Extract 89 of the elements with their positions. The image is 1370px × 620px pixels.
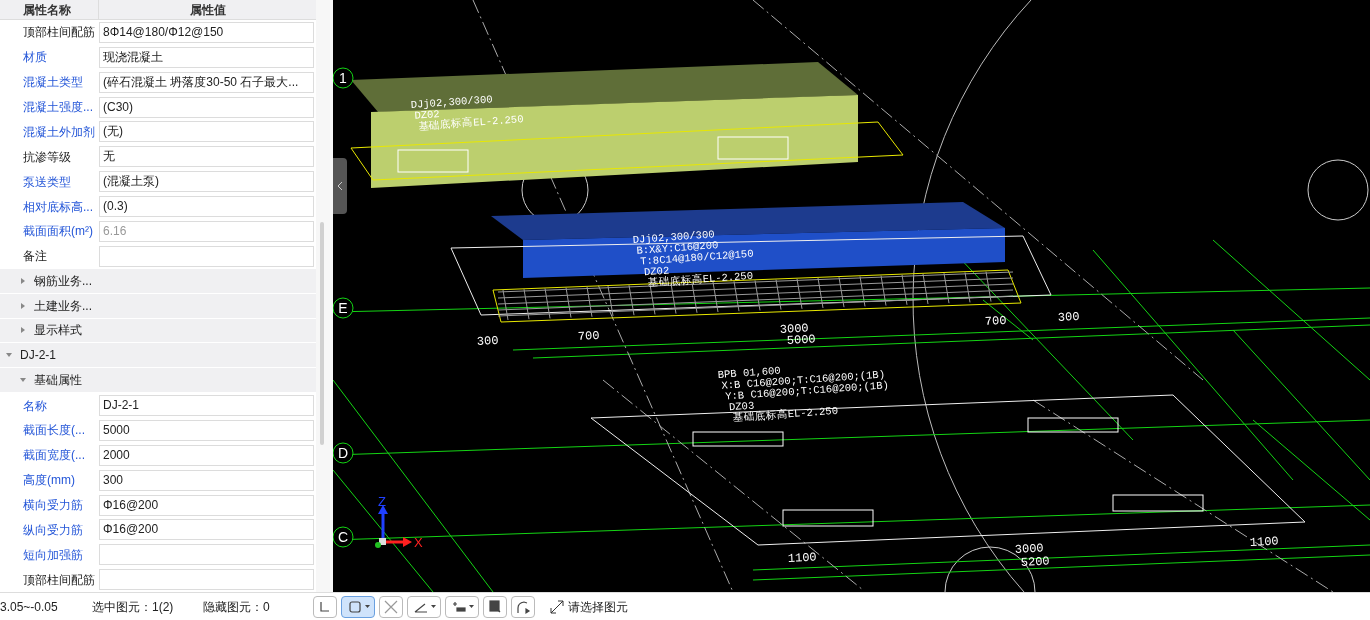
coordinate-axes-icon — [375, 505, 412, 548]
arc-icon — [515, 598, 531, 615]
property-value-field[interactable]: Φ16@200 — [99, 519, 314, 541]
property-value-field[interactable]: 300 — [99, 469, 314, 491]
hidden-count: 隐藏图元：0 — [203, 598, 271, 616]
dimension-label: 1100 — [787, 550, 817, 566]
property-value-field[interactable]: 2000 — [99, 444, 314, 466]
right-triangle-icon — [20, 327, 26, 334]
property-value-field[interactable]: (碎石混凝土 坍落度30-50 石子最大... — [99, 71, 314, 93]
property-value-field[interactable]: 现浇混凝土 — [99, 46, 314, 68]
property-value-field[interactable]: 5000 — [99, 419, 314, 441]
chevron-left-icon — [337, 181, 343, 191]
grid-axis-marker: D — [333, 442, 354, 464]
property-name: 横向受力筋 — [22, 497, 84, 515]
elevation-range: 3.05~-0.05 — [0, 598, 59, 616]
rectangle-icon — [346, 598, 363, 615]
selected-count: 选中图元：1(2) — [92, 598, 175, 616]
property-name: 纵向受力筋 — [22, 521, 84, 539]
property-name: 名称 — [22, 397, 48, 415]
toolbar-button[interactable] — [445, 595, 479, 618]
column-header: 属性值 — [188, 2, 227, 19]
property-value-field[interactable]: (混凝土泵) — [99, 171, 314, 193]
property-value-field[interactable]: 无 — [99, 146, 314, 168]
property-name: 截面长度(... — [22, 422, 86, 440]
property-name: 截面宽度(... — [22, 447, 86, 465]
right-triangle-icon — [20, 277, 26, 284]
group-row[interactable]: 钢筋业务... — [0, 268, 316, 294]
property-name: 顶部柱间配筋 — [22, 24, 96, 42]
property-name: 截面面积(m²) — [22, 223, 94, 241]
toolbar-button[interactable] — [483, 595, 507, 618]
property-name: 混凝土外加剂 — [22, 123, 96, 141]
circle-outline — [1307, 159, 1369, 221]
caret-down-icon — [430, 605, 436, 608]
property-name: 高度(mm) — [22, 472, 76, 490]
annotation-text: DJj02,300/300 B:X&Y:C16@200 T:8C14@180/C12@150 DZ02 基础底标高EL-2.250 — [632, 228, 754, 290]
dimension-label: 5000 — [786, 332, 816, 348]
caret-down-icon — [468, 605, 474, 608]
property-name: 混凝土强度... — [22, 99, 94, 117]
down-triangle-icon — [6, 352, 12, 359]
property-name: 抗渗等级 — [22, 148, 72, 166]
panel-collapse-handle[interactable] — [333, 158, 347, 214]
down-triangle-icon — [20, 377, 26, 384]
group-row[interactable]: 土建业务... — [0, 293, 316, 319]
dimension-label: 300 — [1057, 309, 1080, 325]
property-name: 短向加强筋 — [22, 546, 84, 564]
property-name: 备注 — [22, 248, 48, 266]
dimension-label: 1100 — [1249, 534, 1279, 550]
grid-axis-marker: C — [333, 526, 354, 548]
column-header: 属性名称 — [0, 0, 99, 19]
grid-axis-marker: E — [333, 297, 354, 319]
cross-icon — [383, 598, 399, 615]
property-value-field[interactable]: (C30) — [99, 96, 314, 118]
toolbar-button[interactable] — [511, 595, 535, 618]
property-value-field[interactable] — [99, 245, 314, 267]
grid-axis-marker: 1 — [333, 67, 354, 89]
dimension-label: 5200 — [1020, 554, 1050, 570]
foundation-block-drawing[interactable] — [350, 62, 904, 188]
group-row[interactable]: 显示样式 — [0, 318, 316, 344]
property-name: 相对底标高... — [22, 198, 94, 216]
property-value-field[interactable] — [99, 544, 314, 566]
cad-3d-viewport[interactable] — [333, 0, 1370, 592]
property-value-field[interactable] — [99, 569, 314, 591]
toolbar-button[interactable] — [407, 595, 441, 618]
axis-label: X — [414, 535, 423, 550]
group-row[interactable]: 基础属性 — [0, 368, 316, 394]
scrollbar-thumb[interactable] — [320, 222, 324, 445]
dimension-label: 700 — [577, 328, 600, 344]
expand-arrows-icon — [550, 599, 564, 614]
property-value-field[interactable]: (0.3) — [99, 196, 314, 218]
property-name: 材质 — [22, 49, 48, 67]
property-name: 泵送类型 — [22, 173, 72, 191]
property-name: 混凝土类型 — [22, 74, 84, 92]
dimension-label: 3000 — [1014, 541, 1044, 557]
property-value-field[interactable]: Φ16@200 — [99, 494, 314, 516]
status-hint: 请选择图元 — [568, 598, 628, 616]
annotation-text: DJj02,300/300 DZ02 基础底标高EL-2.250 — [410, 93, 524, 133]
copy-icon — [487, 598, 503, 615]
property-value-field[interactable]: DJ-2-1 — [99, 395, 314, 417]
toolbar-button[interactable] — [341, 595, 375, 618]
right-triangle-icon — [20, 302, 26, 309]
group-row[interactable]: DJ-2-1 — [0, 343, 316, 369]
axis-label: Z — [378, 494, 386, 509]
foundation-block-drawing[interactable] — [450, 202, 1052, 323]
property-value-field[interactable]: (无) — [99, 121, 314, 143]
property-name: 顶部柱间配筋 — [22, 571, 96, 589]
property-value-field[interactable]: 8Φ14@180/Φ12@150 — [99, 21, 314, 43]
dimension-label: 700 — [984, 313, 1007, 329]
dimension-label: 300 — [476, 333, 499, 349]
caret-down-icon — [364, 605, 370, 608]
